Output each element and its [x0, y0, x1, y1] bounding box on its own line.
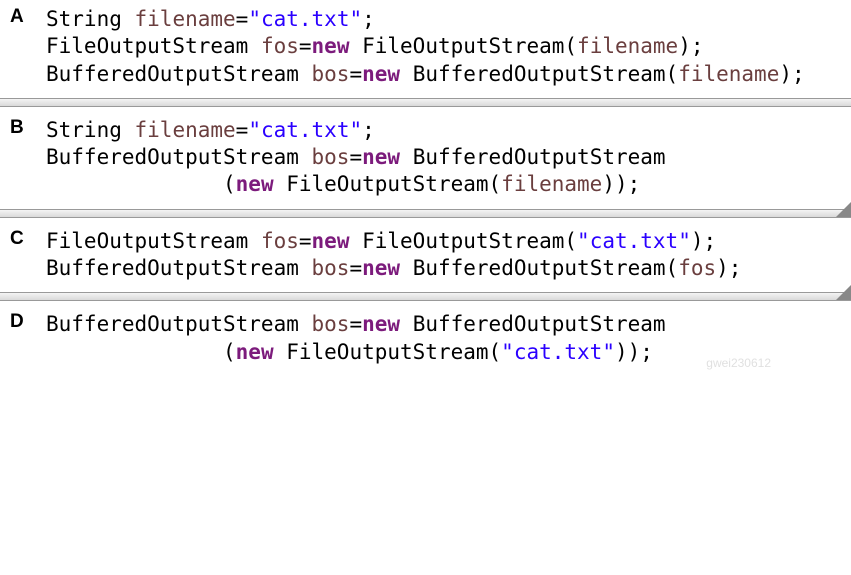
code-text: FileOutputStream(: [349, 34, 577, 58]
option-label-C: C: [10, 228, 24, 250]
code-text: BufferedOutputStream(: [400, 256, 678, 280]
code-keyword: new: [362, 145, 400, 169]
code-var: fos: [261, 229, 299, 253]
code-keyword: new: [312, 229, 350, 253]
code-text: =: [349, 312, 362, 336]
code-var: filename: [678, 62, 779, 86]
code-keyword: new: [362, 312, 400, 336]
option-D: D BufferedOutputStream bos=new BufferedO…: [0, 305, 851, 372]
option-C: C FileOutputStream fos=new FileOutputStr…: [0, 222, 851, 289]
code-var: bos: [312, 145, 350, 169]
separator: [0, 98, 851, 107]
code-text: );: [779, 62, 804, 86]
code-keyword: new: [362, 256, 400, 280]
code-text: FileOutputStream: [46, 34, 261, 58]
option-label-B: B: [10, 117, 24, 139]
code-block-B: String filename="cat.txt"; BufferedOutpu…: [46, 117, 851, 199]
code-text: =: [236, 7, 249, 31]
code-var: filename: [135, 7, 236, 31]
code-text: BufferedOutputStream: [400, 312, 666, 336]
option-A: A String filename="cat.txt"; FileOutputS…: [0, 0, 851, 94]
code-keyword: new: [362, 62, 400, 86]
code-text: (: [46, 172, 236, 196]
code-text: BufferedOutputStream: [46, 312, 312, 336]
code-text: =: [349, 256, 362, 280]
code-var: bos: [312, 256, 350, 280]
code-block-C: FileOutputStream fos=new FileOutputStrea…: [46, 228, 851, 283]
code-text: String: [46, 7, 135, 31]
code-text: FileOutputStream(: [349, 229, 577, 253]
code-keyword: new: [236, 340, 274, 364]
option-label-D: D: [10, 311, 24, 333]
code-text: BufferedOutputStream: [46, 145, 312, 169]
code-text: FileOutputStream(: [274, 340, 502, 364]
code-string: "cat.txt": [577, 229, 691, 253]
code-var: filename: [135, 118, 236, 142]
option-B: B String filename="cat.txt"; BufferedOut…: [0, 111, 851, 205]
code-text: BufferedOutputStream(: [400, 62, 678, 86]
code-var: filename: [501, 172, 602, 196]
code-keyword: new: [236, 172, 274, 196]
code-text: =: [299, 229, 312, 253]
code-var: fos: [261, 34, 299, 58]
code-text: ;: [362, 7, 375, 31]
separator: [0, 292, 851, 301]
code-string: "cat.txt": [248, 118, 362, 142]
separator: [0, 209, 851, 218]
code-text: FileOutputStream(: [274, 172, 502, 196]
code-text: =: [236, 118, 249, 142]
code-text: (: [46, 340, 236, 364]
code-text: ;: [362, 118, 375, 142]
code-text: String: [46, 118, 135, 142]
code-keyword: new: [312, 34, 350, 58]
code-block-A: String filename="cat.txt"; FileOutputStr…: [46, 6, 851, 88]
code-string: "cat.txt": [501, 340, 615, 364]
code-text: );: [678, 34, 703, 58]
code-text: ));: [615, 340, 653, 364]
code-var: bos: [312, 62, 350, 86]
code-text: ));: [602, 172, 640, 196]
code-text: FileOutputStream: [46, 229, 261, 253]
code-text: =: [349, 62, 362, 86]
code-var: bos: [312, 312, 350, 336]
code-text: );: [691, 229, 716, 253]
option-label-A: A: [10, 6, 24, 28]
code-text: );: [716, 256, 741, 280]
code-var: filename: [577, 34, 678, 58]
code-string: "cat.txt": [248, 7, 362, 31]
code-text: BufferedOutputStream: [46, 256, 312, 280]
code-var: fos: [678, 256, 716, 280]
code-text: =: [349, 145, 362, 169]
code-text: BufferedOutputStream: [400, 145, 666, 169]
code-text: =: [299, 34, 312, 58]
watermark-text: gwei230612: [706, 356, 771, 370]
code-text: BufferedOutputStream: [46, 62, 312, 86]
